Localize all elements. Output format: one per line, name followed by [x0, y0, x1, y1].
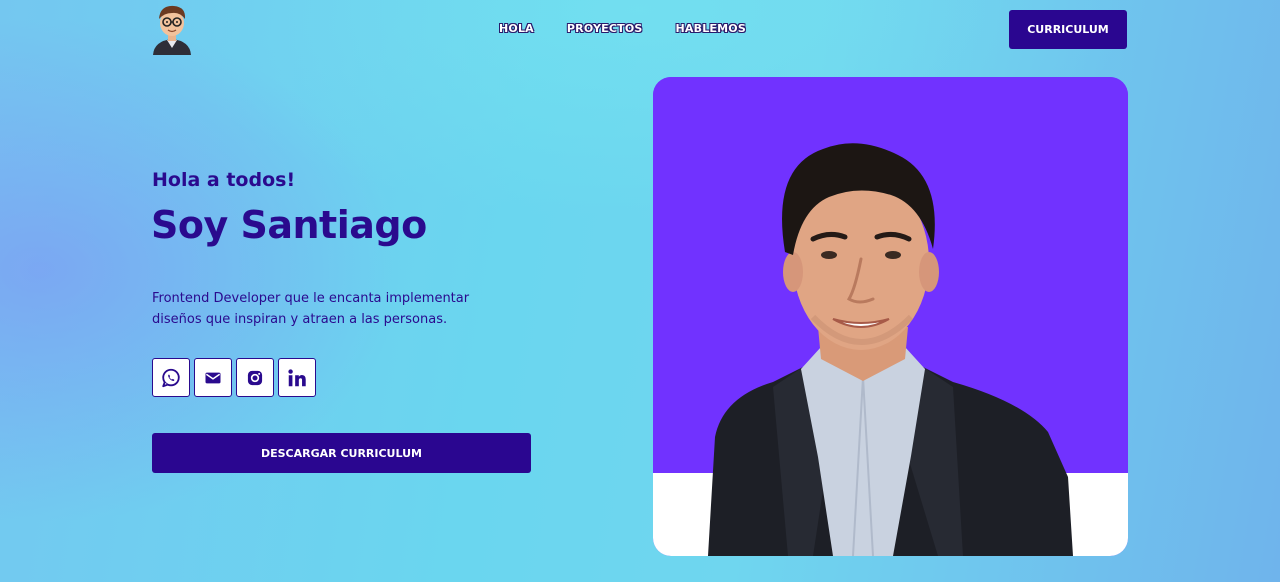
- top-navigation: HOLA PROYECTOS HABLEMOS CURRICULUM: [0, 0, 1280, 60]
- hero-description: Frontend Developer que le encanta implem…: [152, 291, 470, 327]
- portrait-photo: [653, 77, 1128, 556]
- whatsapp-button[interactable]: [152, 358, 190, 397]
- nav-link-hola[interactable]: HOLA: [499, 22, 534, 35]
- whatsapp-icon: [162, 368, 180, 387]
- nav-link-proyectos[interactable]: PROYECTOS: [567, 22, 643, 35]
- instagram-button[interactable]: [236, 358, 274, 397]
- social-links: [152, 358, 316, 397]
- main-menu: HOLA PROYECTOS HABLEMOS: [499, 22, 746, 35]
- curriculum-button[interactable]: CURRICULUM: [1009, 10, 1127, 49]
- developer-avatar-icon[interactable]: [150, 1, 194, 55]
- mail-button[interactable]: [194, 358, 232, 397]
- nav-link-hablemos[interactable]: HABLEMOS: [676, 22, 746, 35]
- linkedin-button[interactable]: [278, 358, 316, 397]
- hero-greeting: Hola a todos!: [152, 169, 296, 191]
- linkedin-icon: [288, 368, 306, 386]
- download-cv-button[interactable]: DESCARGAR CURRICULUM: [152, 433, 531, 473]
- hero-title: Soy Santiago: [151, 203, 427, 247]
- mail-icon: [205, 372, 221, 383]
- instagram-icon: [247, 370, 263, 385]
